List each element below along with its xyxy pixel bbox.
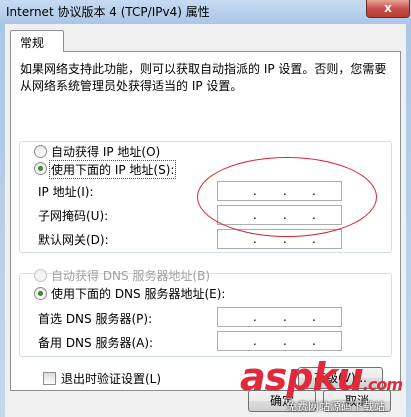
alternate-dns-label: 备用 DNS 服务器(A): <box>38 336 154 350</box>
dialog-window: Internet 协议版本 4 (TCP/IPv4) 属性 x 常规 如果网络支… <box>0 0 411 417</box>
auto-dns-label[interactable]: 自动获得 DNS 服务器地址(B) <box>51 267 210 284</box>
watermark-logo: aspku.com <box>240 355 403 399</box>
manual-dns-radio[interactable] <box>34 287 47 300</box>
watermark-main: aspku <box>240 355 364 399</box>
watermark-subtitle: 免费网站源码下载站 <box>286 400 385 413</box>
description-text: 如果网络支持此功能，则可以获取自动指派的 IP 设置。否则，您需要从网络系统管理… <box>20 62 387 93</box>
alternate-dns-input[interactable]: ... <box>217 331 342 351</box>
subnet-mask-label: 子网掩码(U): <box>38 209 109 223</box>
manual-dns-label[interactable]: 使用下面的 DNS 服务器地址(E): <box>51 285 225 302</box>
tab-general-label: 常规 <box>20 36 45 50</box>
auto-ip-label[interactable]: 自动获得 IP 地址(O) <box>51 143 160 160</box>
auto-ip-radio[interactable] <box>34 145 47 158</box>
ip-address-input[interactable]: ... <box>217 181 342 201</box>
general-panel: 如果网络支持此功能，则可以获取自动指派的 IP 设置。否则，您需要从网络系统管理… <box>10 51 401 391</box>
validate-on-exit-label[interactable]: 退出时验证设置(L) <box>61 370 161 387</box>
watermark-suffix: .com <box>362 375 403 394</box>
default-gateway-label: 默认网关(D): <box>38 233 109 247</box>
default-gateway-input[interactable]: ... <box>217 229 342 249</box>
preferred-dns-input[interactable]: ... <box>217 307 342 327</box>
close-button[interactable]: x <box>366 0 410 18</box>
preferred-dns-label: 首选 DNS 服务器(P): <box>38 312 153 326</box>
validate-on-exit-checkbox[interactable] <box>43 372 56 385</box>
tab-general[interactable]: 常规 <box>10 30 64 52</box>
close-icon: x <box>384 1 392 15</box>
subnet-mask-input[interactable]: ... <box>217 205 342 225</box>
manual-ip-radio[interactable] <box>34 162 47 175</box>
window-title: Internet 协议版本 4 (TCP/IPv4) 属性 <box>6 5 210 19</box>
manual-ip-label[interactable]: 使用下面的 IP 地址(S): <box>49 160 177 179</box>
auto-dns-radio[interactable] <box>34 269 47 282</box>
ip-address-label: IP 地址(I): <box>38 185 94 199</box>
title-bar[interactable]: Internet 协议版本 4 (TCP/IPv4) 属性 <box>0 0 411 24</box>
